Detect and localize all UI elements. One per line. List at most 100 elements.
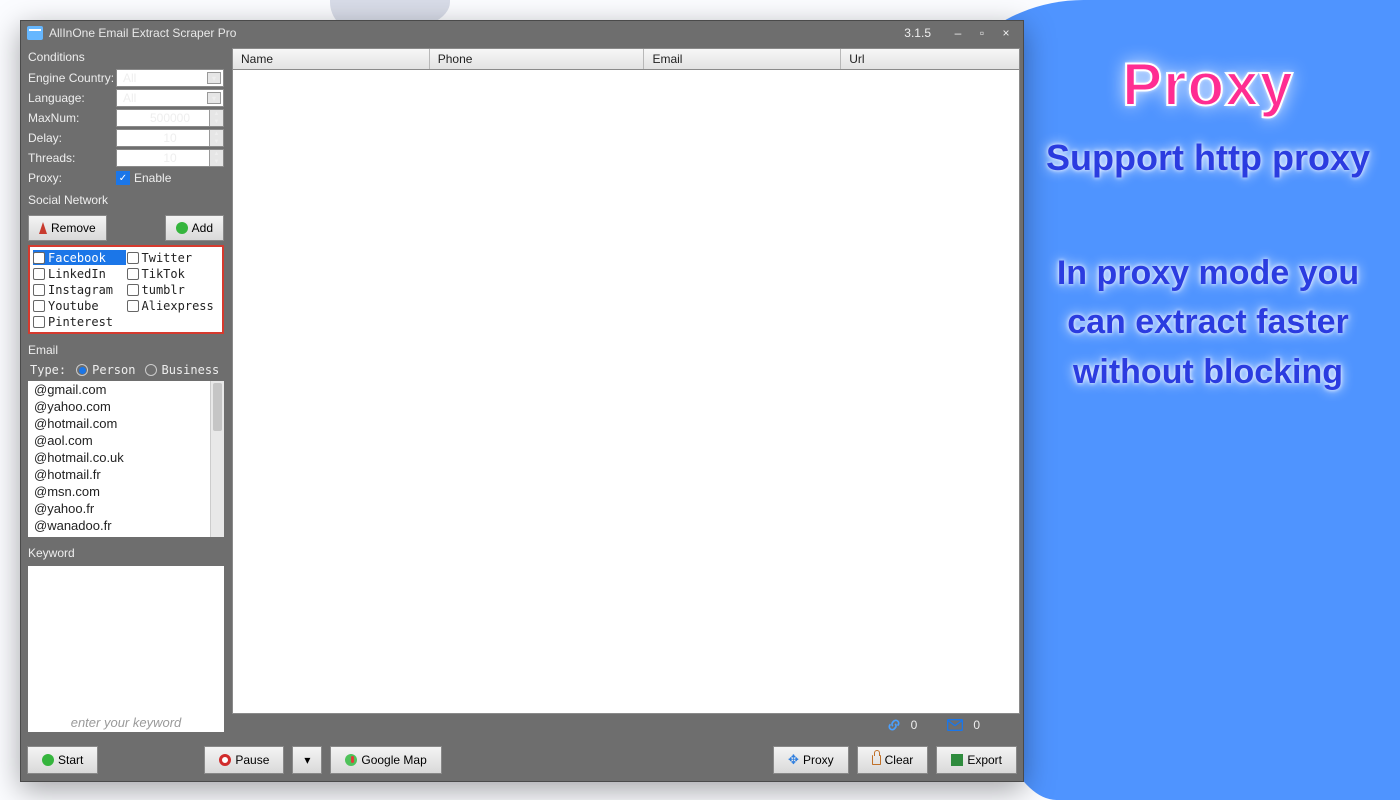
checkbox-icon[interactable] xyxy=(33,268,45,280)
keyword-header: Keyword xyxy=(24,544,228,564)
email-domain-list[interactable]: @gmail.com@yahoo.com@hotmail.com@aol.com… xyxy=(28,381,224,537)
export-button[interactable]: Export xyxy=(936,746,1017,774)
language-select[interactable]: All ▾ xyxy=(116,89,224,107)
clear-button[interactable]: Clear xyxy=(857,746,929,774)
spin-down-icon[interactable]: ▼ xyxy=(209,118,223,126)
col-name[interactable]: Name xyxy=(233,49,430,69)
keyword-input[interactable]: enter your keyword xyxy=(28,566,224,732)
social-item-label: Twitter xyxy=(142,251,193,265)
col-phone[interactable]: Phone xyxy=(430,49,645,69)
domain-item[interactable]: @wanadoo.fr xyxy=(28,517,224,534)
remove-label: Remove xyxy=(51,221,96,235)
maxnum-input[interactable]: 500000 ▲▼ xyxy=(116,109,224,127)
app-icon xyxy=(27,26,43,40)
spin-up-icon[interactable]: ▲ xyxy=(209,130,223,138)
export-label: Export xyxy=(967,753,1002,767)
scrollbar-thumb[interactable] xyxy=(213,383,222,431)
col-url[interactable]: Url xyxy=(841,49,1019,69)
close-button[interactable]: × xyxy=(995,25,1017,41)
social-item-aliexpress[interactable]: Aliexpress xyxy=(127,298,220,313)
delay-input[interactable]: 10 ▲▼ xyxy=(116,129,224,147)
sidebar: Conditions Engine Country: All ▾ Languag… xyxy=(24,48,228,736)
person-radio[interactable] xyxy=(76,364,88,376)
minimize-button[interactable]: – xyxy=(947,25,969,41)
domain-item[interactable]: @aol.com xyxy=(28,432,224,449)
engine-country-label: Engine Country: xyxy=(28,71,116,85)
lock-icon xyxy=(872,755,881,765)
checkbox-icon[interactable] xyxy=(127,252,139,264)
google-map-button[interactable]: Google Map xyxy=(330,746,441,774)
status-count-links: 0 xyxy=(911,718,918,732)
col-email[interactable]: Email xyxy=(644,49,841,69)
main-area: Name Phone Email Url 0 0 xyxy=(232,48,1020,736)
pause-label: Pause xyxy=(235,753,269,767)
maxnum-value: 500000 xyxy=(150,111,190,125)
social-item-label: Pinterest xyxy=(48,315,113,329)
checkbox-icon[interactable] xyxy=(33,284,45,296)
pause-button[interactable]: Pause xyxy=(204,746,284,774)
proxy-checkbox[interactable]: ✓ xyxy=(116,171,130,185)
spin-down-icon[interactable]: ▼ xyxy=(209,138,223,146)
domain-item[interactable]: @hotmail.fr xyxy=(28,466,224,483)
social-item-label: Youtube xyxy=(48,299,99,313)
scrollbar[interactable] xyxy=(210,381,224,537)
social-item-tumblr[interactable]: tumblr xyxy=(127,282,220,297)
social-item-youtube[interactable]: Youtube xyxy=(33,298,126,313)
checkbox-icon[interactable] xyxy=(127,284,139,296)
domain-item[interactable]: @hotmail.co.uk xyxy=(28,449,224,466)
social-header: Social Network xyxy=(24,191,228,211)
domain-item[interactable]: @orange.fr xyxy=(28,534,224,537)
grid-body[interactable] xyxy=(232,70,1020,714)
map-pin-icon xyxy=(345,754,357,766)
social-item-pinterest[interactable]: Pinterest xyxy=(33,314,126,329)
pause-dropdown[interactable]: ▾ xyxy=(292,746,322,774)
spin-up-icon[interactable]: ▲ xyxy=(209,150,223,158)
threads-input[interactable]: 10 ▲▼ xyxy=(116,149,224,167)
chevron-down-icon: ▾ xyxy=(207,72,221,84)
checkbox-icon[interactable] xyxy=(127,268,139,280)
social-item-label: Aliexpress xyxy=(142,299,214,313)
social-item-tiktok[interactable]: TikTok xyxy=(127,266,220,281)
domain-item[interactable]: @gmail.com xyxy=(28,381,224,398)
remove-button[interactable]: Remove xyxy=(28,215,107,241)
social-item-label: Instagram xyxy=(48,283,113,297)
checkbox-icon[interactable] xyxy=(33,252,45,264)
promo-panel: Proxy Support http proxy In proxy mode y… xyxy=(1028,50,1388,397)
proxy-button[interactable]: ✥ Proxy xyxy=(773,746,849,774)
social-list: Facebook Twitter LinkedInTikTok Instagram tu… xyxy=(28,245,224,334)
checkbox-icon[interactable] xyxy=(33,316,45,328)
add-button[interactable]: Add xyxy=(165,215,224,241)
titlebar[interactable]: AllInOne Email Extract Scraper Pro 3.1.5… xyxy=(21,21,1023,45)
type-label: Type: xyxy=(30,363,66,377)
proxy-enable-label: Enable xyxy=(134,171,171,185)
play-icon xyxy=(42,754,54,766)
start-button[interactable]: Start xyxy=(27,746,98,774)
excel-icon xyxy=(951,754,963,766)
spin-down-icon[interactable]: ▼ xyxy=(209,158,223,166)
spin-up-icon[interactable]: ▲ xyxy=(209,110,223,118)
business-radio[interactable] xyxy=(145,364,157,376)
conditions-panel: Conditions Engine Country: All ▾ Languag… xyxy=(24,48,228,188)
pause-icon xyxy=(219,754,231,766)
domain-item[interactable]: @yahoo.com xyxy=(28,398,224,415)
keyword-panel: Keyword enter your keyword xyxy=(24,544,228,736)
maximize-button[interactable]: ▫ xyxy=(971,25,993,41)
social-item-facebook[interactable]: Facebook xyxy=(33,250,126,265)
social-item-instagram[interactable]: Instagram xyxy=(33,282,126,297)
plus-icon xyxy=(176,222,188,234)
checkbox-icon[interactable] xyxy=(33,300,45,312)
social-item-twitter[interactable]: Twitter xyxy=(127,250,220,265)
promo-body: In proxy mode you can extract faster wit… xyxy=(1028,249,1388,397)
app-title: AllInOne Email Extract Scraper Pro xyxy=(49,26,236,40)
social-item-linkedin[interactable]: LinkedIn xyxy=(33,266,126,281)
engine-country-value: All xyxy=(123,71,136,85)
domain-item[interactable]: @hotmail.com xyxy=(28,415,224,432)
checkbox-icon[interactable] xyxy=(127,300,139,312)
engine-country-select[interactable]: All ▾ xyxy=(116,69,224,87)
business-label: Business xyxy=(161,363,219,377)
threads-label: Threads: xyxy=(28,151,116,165)
domain-item[interactable]: @yahoo.fr xyxy=(28,500,224,517)
social-item-label: tumblr xyxy=(142,283,185,297)
domain-item[interactable]: @msn.com xyxy=(28,483,224,500)
social-item-label: Facebook xyxy=(48,251,106,265)
